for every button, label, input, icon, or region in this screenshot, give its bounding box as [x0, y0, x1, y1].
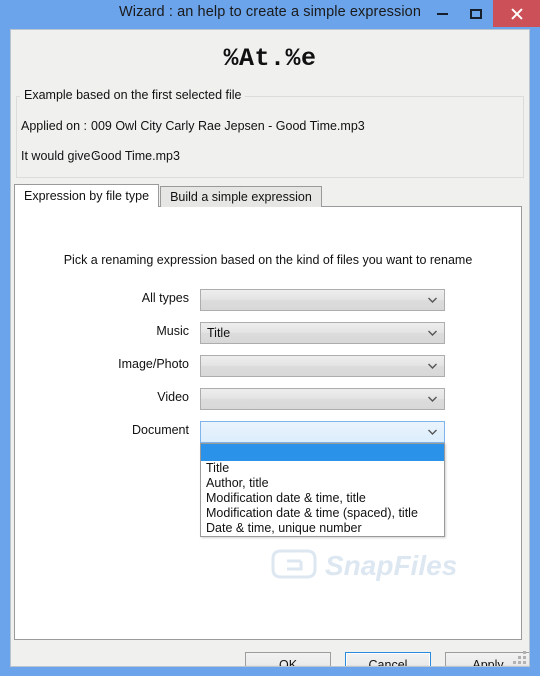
- chevron-down-icon: [428, 363, 437, 369]
- would-give-value: Good Time.mp3: [91, 149, 180, 163]
- client-area: %At.%e Example based on the first select…: [10, 29, 530, 667]
- minimize-button[interactable]: [425, 0, 459, 27]
- applied-on-label: Applied on :: [21, 119, 88, 133]
- dropdown-option[interactable]: Modification date & time (spaced), title: [201, 506, 444, 521]
- applied-on-value: 009 Owl City Carly Rae Jepsen - Good Tim…: [91, 119, 365, 133]
- close-icon: [510, 7, 523, 20]
- cancel-button-label: Cancel: [368, 658, 408, 667]
- combo-video[interactable]: [200, 388, 445, 410]
- dropdown-option[interactable]: Date & time, unique number: [201, 521, 444, 536]
- chevron-down-icon: [428, 330, 437, 336]
- tab-strip: Expression by file type Build a simple e…: [14, 184, 322, 207]
- tab-panel: Pick a renaming expression based on the …: [14, 206, 522, 640]
- tab-build-a-simple-expression[interactable]: Build a simple expression: [160, 186, 322, 207]
- example-groupbox-legend: Example based on the first selected file: [20, 88, 246, 102]
- maximize-icon: [470, 8, 482, 19]
- combo-label-document: Document: [132, 423, 189, 437]
- combo-image-photo[interactable]: [200, 355, 445, 377]
- combo-document[interactable]: [200, 421, 445, 443]
- tab-label: Build a simple expression: [170, 190, 312, 204]
- snapfiles-watermark: SnapFiles: [267, 539, 497, 589]
- maximize-button[interactable]: [459, 0, 493, 27]
- ok-button-label: OK: [278, 658, 298, 667]
- tab-expression-by-file-type[interactable]: Expression by file type: [14, 184, 160, 207]
- dropdown-option[interactable]: [201, 444, 444, 461]
- combo-row-image-photo: Image/Photo: [15, 355, 521, 377]
- combo-label-video: Video: [157, 390, 189, 404]
- dropdown-document-options[interactable]: Title Author, title Modification date & …: [200, 443, 445, 537]
- expression-preview: %At.%e: [223, 44, 317, 73]
- close-button[interactable]: [493, 0, 540, 27]
- combo-all-types[interactable]: [200, 289, 445, 311]
- combo-music[interactable]: Title: [200, 322, 445, 344]
- svg-text:SnapFiles: SnapFiles: [325, 550, 457, 581]
- title-bar[interactable]: Wizard : an help to create a simple expr…: [0, 0, 540, 27]
- combo-value-music: Title: [207, 326, 231, 340]
- cancel-button[interactable]: Cancel: [345, 652, 431, 667]
- would-give-label: It would give :: [21, 149, 98, 163]
- apply-button-label: Apply: [472, 658, 504, 667]
- dropdown-option[interactable]: Author, title: [201, 476, 444, 491]
- resize-grip[interactable]: [513, 651, 526, 664]
- combo-row-all-types: All types: [15, 289, 521, 311]
- ok-button[interactable]: OK: [245, 652, 331, 667]
- combo-row-music: Music Title: [15, 322, 521, 344]
- tab-label: Expression by file type: [24, 189, 150, 203]
- combo-row-video: Video: [15, 388, 521, 410]
- chevron-down-icon: [428, 297, 437, 303]
- dropdown-option[interactable]: Modification date & time, title: [201, 491, 444, 506]
- chevron-down-icon: [428, 396, 437, 402]
- combo-label-music: Music: [156, 324, 189, 338]
- combo-label-all-types: All types: [141, 291, 189, 305]
- combo-row-document: Document: [15, 421, 521, 443]
- window-controls: [425, 0, 540, 27]
- wizard-window: Wizard : an help to create a simple expr…: [0, 0, 540, 676]
- combo-label-image-photo: Image/Photo: [118, 357, 189, 371]
- example-groupbox: [16, 96, 524, 178]
- chevron-down-icon: [428, 429, 437, 435]
- instruction-text: Pick a renaming expression based on the …: [63, 253, 473, 267]
- dropdown-option[interactable]: Title: [201, 461, 444, 476]
- minimize-icon: [436, 12, 448, 15]
